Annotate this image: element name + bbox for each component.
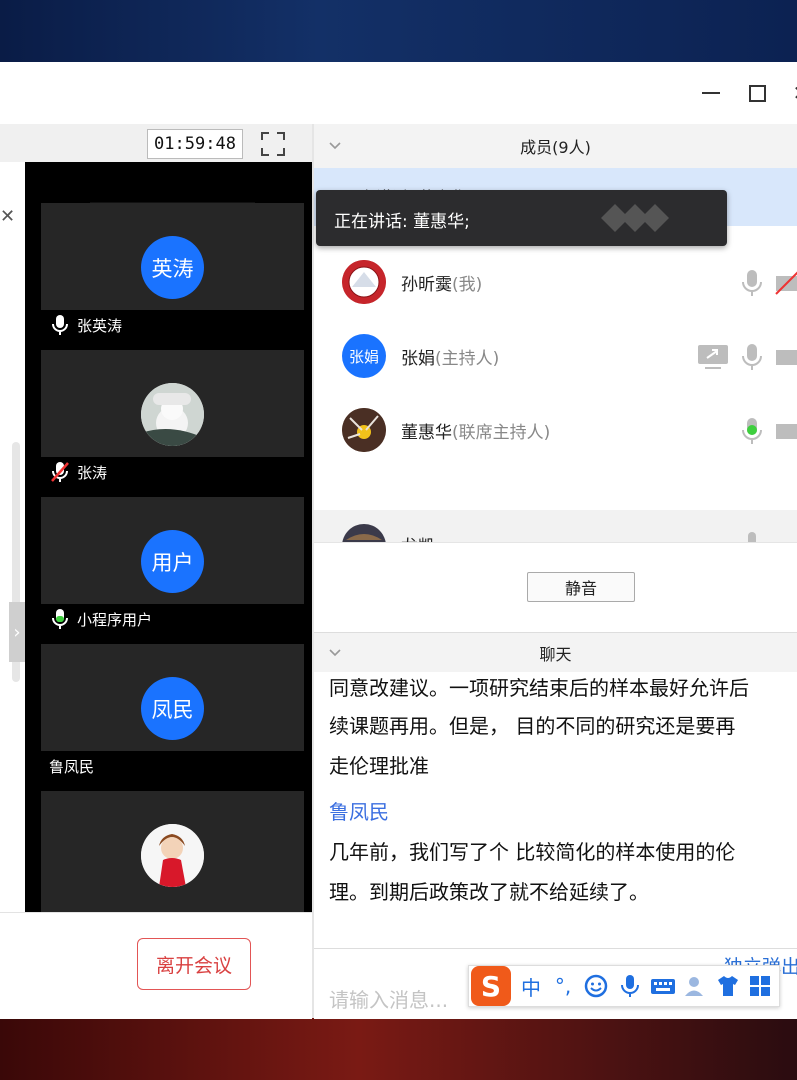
voice-input-icon[interactable]: [617, 973, 643, 999]
participant-name: 张涛: [77, 463, 108, 482]
expand-panel-button[interactable]: ›: [9, 602, 25, 662]
chat-sender-name: 鲁凤民: [329, 800, 389, 824]
skin-icon[interactable]: [715, 973, 741, 999]
member-row[interactable]: 张娟 张娟(主持人): [314, 320, 797, 394]
keyboard-icon[interactable]: [649, 973, 677, 999]
participant-tile[interactable]: 英涛 张英涛: [41, 203, 304, 340]
user-icon[interactable]: [683, 973, 709, 999]
app-logo-icon: [601, 204, 669, 232]
avatar: 用户: [141, 530, 204, 593]
meeting-timer: 01:59:48: [147, 129, 243, 159]
mute-area: 静音: [314, 542, 797, 633]
desktop-wallpaper-bottom: [0, 1018, 797, 1080]
emoji-icon[interactable]: [583, 973, 609, 999]
participant-name: 张英涛: [77, 316, 123, 335]
chevron-down-icon[interactable]: [328, 646, 342, 660]
member-name: 龙凯: [401, 532, 435, 542]
participant-tile[interactable]: 用户 小程序用户: [41, 497, 304, 634]
ime-toolbar: S 中 °,: [468, 965, 780, 1007]
leave-meeting-button[interactable]: 离开会议: [137, 938, 251, 990]
avatar: 英涛: [141, 236, 204, 299]
maximize-button[interactable]: [744, 80, 770, 106]
participant-tile[interactable]: [41, 791, 304, 912]
close-icon[interactable]: ✕: [0, 206, 15, 227]
chat-message-line: 几年前，我们写了个 比较简化的样本使用的伦: [329, 840, 736, 864]
screen-share-icon[interactable]: [697, 342, 729, 372]
microphone-icon[interactable]: [739, 342, 765, 372]
member-name: 张娟(主持人): [401, 349, 500, 369]
mute-all-button[interactable]: 静音: [527, 572, 635, 602]
avatar: [141, 824, 204, 887]
chevron-down-icon[interactable]: [328, 139, 342, 153]
chat-messages: 同意改建议。一项研究结束后的样本最好允许后 续课题再用。但是， 目的不同的研究还…: [314, 672, 797, 948]
chat-title: 聊天: [539, 645, 572, 664]
camera-off-icon[interactable]: [774, 268, 797, 298]
camera-icon[interactable]: [774, 342, 797, 372]
avatar: [342, 260, 386, 304]
participant-namebar: 张涛: [41, 457, 304, 487]
fullscreen-icon[interactable]: [260, 131, 286, 157]
member-name: 孙昕霙(我): [401, 275, 483, 295]
avatar: [342, 408, 386, 452]
member-row[interactable]: 龙凯: [314, 510, 797, 542]
ime-punctuation[interactable]: °,: [551, 974, 575, 998]
microphone-icon[interactable]: [739, 268, 765, 298]
close-window-button[interactable]: ✕: [788, 80, 797, 106]
camera-icon[interactable]: [774, 416, 797, 446]
participant-video-list: 英涛 张英涛 张涛 用户 小程序用户 凤民 鲁凤民: [25, 162, 312, 912]
participant-tile[interactable]: 张涛: [41, 350, 304, 487]
participant-name: 小程序用户: [77, 610, 153, 629]
desktop-wallpaper-top: [0, 0, 797, 62]
chat-message-line: 走伦理批准: [329, 754, 429, 778]
microphone-icon: [52, 315, 68, 335]
microphone-muted-icon: [51, 462, 69, 482]
participant-name: 鲁凤民: [49, 757, 95, 776]
participant-tile[interactable]: 凤民 鲁凤民: [41, 644, 304, 781]
video-pane: 01:59:48 ✕ › 英涛 张英涛 张涛 用户 小程序用户 凤民 鲁凤民 离…: [0, 124, 312, 1019]
members-title: 成员(9人): [520, 138, 591, 157]
video-toolbar: 01:59:48: [0, 124, 312, 163]
side-panel-edge: ✕: [0, 162, 25, 912]
member-row[interactable]: 孙昕霙(我): [314, 246, 797, 320]
chat-header[interactable]: 聊天: [314, 632, 797, 673]
participant-namebar: 张英涛: [41, 310, 304, 340]
chat-message-line: 理。到期后政策改了就不给延续了。: [329, 880, 649, 904]
member-row[interactable]: 董惠华(联席主持人): [314, 394, 797, 468]
ime-chinese-mode[interactable]: 中: [519, 972, 543, 1001]
members-header[interactable]: 成员(9人): [314, 124, 797, 168]
avatar: 张娟: [342, 334, 386, 378]
avatar: 凤民: [141, 677, 204, 740]
microphone-icon[interactable]: [744, 530, 760, 542]
microphone-active-icon[interactable]: [739, 416, 765, 446]
chat-message-line: 续课题再用。但是， 目的不同的研究还是要再: [329, 714, 736, 738]
chat-message-line: 同意改建议。一项研究结束后的样本最好允许后: [329, 676, 749, 700]
avatar: [342, 524, 386, 542]
microphone-active-icon: [52, 609, 68, 629]
titlebar: ✕: [0, 62, 797, 124]
avatar: [141, 383, 204, 446]
ime-logo-icon[interactable]: S: [471, 966, 511, 1006]
sidebar-pane: 成员(9人) 正在讲话: 董惠华 正在讲话: 董惠华; 孙昕霙(我): [314, 124, 797, 1019]
speaking-tooltip: 正在讲话: 董惠华;: [316, 190, 727, 246]
participant-namebar: 鲁凤民: [41, 751, 304, 781]
leave-area: 离开会议: [0, 912, 312, 1019]
chat-input-placeholder[interactable]: 请输入消息...: [329, 984, 448, 1013]
participant-namebar: 小程序用户: [41, 604, 304, 634]
minimize-button[interactable]: [698, 80, 724, 106]
tooltip-text: 正在讲话: 董惠华;: [334, 212, 470, 232]
meeting-window: ✕ 01:59:48 ✕ › 英涛: [0, 62, 797, 1019]
member-name: 董惠华(联席主持人): [401, 423, 551, 443]
toolbox-grid-icon[interactable]: [747, 973, 773, 999]
